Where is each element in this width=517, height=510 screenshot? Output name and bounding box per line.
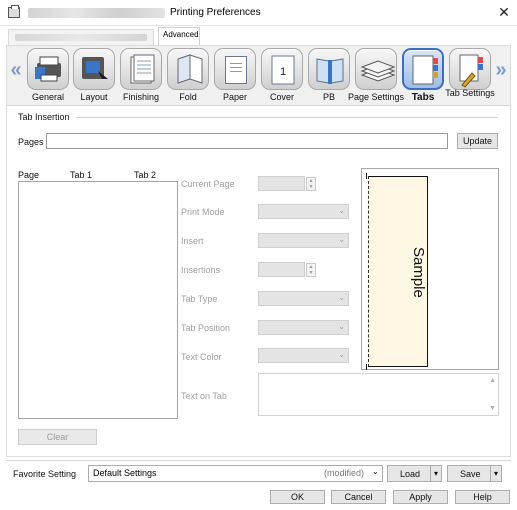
tab-page-list[interactable] bbox=[18, 181, 178, 419]
text-on-tab-label: Text on Tab bbox=[181, 391, 227, 401]
window-title: Printing Preferences bbox=[170, 7, 261, 18]
cover-icon: 1 bbox=[261, 48, 303, 90]
apply-button[interactable]: Apply bbox=[393, 490, 448, 504]
favorite-modified-text: (modified) bbox=[324, 468, 365, 478]
tab-position-label: Tab Position bbox=[181, 323, 231, 333]
chevron-down-icon: ⌄ bbox=[338, 235, 345, 244]
tab-preview: Sample bbox=[361, 168, 499, 370]
save-button-label: Save bbox=[460, 469, 481, 479]
ok-button[interactable]: OK bbox=[270, 490, 325, 504]
load-button[interactable]: Load ▾ bbox=[387, 465, 442, 482]
list-header-tab1: Tab 1 bbox=[70, 170, 93, 180]
printer-icon bbox=[8, 5, 20, 18]
update-button[interactable]: Update bbox=[457, 133, 498, 149]
insert-select[interactable]: ⌄ bbox=[258, 233, 349, 248]
printer-name-redacted bbox=[28, 8, 165, 18]
spin-arrows-icon[interactable]: ▲ ▼ bbox=[306, 177, 316, 191]
cancel-button[interactable]: Cancel bbox=[331, 490, 386, 504]
help-button[interactable]: Help bbox=[455, 490, 510, 504]
favorite-setting-value: Default Settings bbox=[93, 468, 157, 478]
paper-icon bbox=[214, 48, 256, 90]
group-label-tab-insertion: Tab Insertion bbox=[18, 112, 70, 122]
preview-tick bbox=[366, 173, 367, 179]
text-color-select[interactable]: ⌄ bbox=[258, 348, 349, 363]
clear-button[interactable]: Clear bbox=[18, 429, 97, 445]
preview-tick bbox=[366, 364, 367, 370]
chevron-down-icon: ⌄ bbox=[372, 467, 379, 476]
chevron-down-icon: ⌄ bbox=[338, 293, 345, 302]
tab-advanced[interactable]: Advanced bbox=[158, 27, 200, 45]
chevron-down-icon: ⌄ bbox=[338, 350, 345, 359]
close-icon[interactable]: ✕ bbox=[496, 4, 512, 20]
fold-icon bbox=[167, 48, 209, 90]
cover-badge: 1 bbox=[280, 66, 286, 78]
scroll-right-icon[interactable]: » bbox=[495, 60, 507, 80]
category-ribbon: « General Layout Finishing Fold Paper 1 … bbox=[7, 46, 510, 106]
category-tab-settings[interactable]: Tab Settings bbox=[445, 46, 495, 104]
preview-sample-text: Sample bbox=[410, 247, 427, 298]
scroll-left-icon[interactable]: « bbox=[10, 60, 22, 80]
pages-label: Pages bbox=[18, 137, 44, 147]
scroll-down-icon[interactable]: ▼ bbox=[489, 405, 496, 412]
chevron-down-icon: ⌄ bbox=[338, 206, 345, 215]
current-page-spinner[interactable]: ▲ ▼ bbox=[258, 176, 316, 191]
layout-icon bbox=[73, 48, 115, 90]
general-icon bbox=[27, 48, 69, 90]
preview-sheet: Sample bbox=[366, 173, 428, 370]
insert-label: Insert bbox=[181, 236, 204, 246]
tabs-icon bbox=[402, 48, 444, 90]
favorite-setting-select[interactable]: Default Settings (modified) ⌄ bbox=[88, 465, 383, 482]
insertions-spinner[interactable]: ▲ ▼ bbox=[258, 262, 316, 277]
text-color-label: Text Color bbox=[181, 352, 222, 362]
title-bar: Printing Preferences ✕ bbox=[0, 0, 517, 26]
finishing-icon bbox=[120, 48, 162, 90]
load-button-label: Load bbox=[400, 469, 421, 479]
top-tab-strip: Advanced bbox=[6, 27, 511, 45]
current-page-label: Current Page bbox=[181, 179, 235, 189]
chevron-down-icon: ⌄ bbox=[338, 322, 345, 331]
tab-type-select[interactable]: ⌄ bbox=[258, 291, 349, 306]
page-settings-icon bbox=[355, 48, 397, 90]
scroll-up-icon[interactable]: ▲ bbox=[489, 377, 496, 384]
save-button[interactable]: Save ▾ bbox=[447, 465, 502, 482]
text-on-tab-field[interactable]: ▲ ▼ bbox=[258, 373, 499, 416]
tab-position-select[interactable]: ⌄ bbox=[258, 320, 349, 335]
perfect-binding-icon bbox=[308, 48, 350, 90]
spin-arrows-icon[interactable]: ▲ ▼ bbox=[306, 263, 316, 277]
load-dropdown-icon[interactable]: ▾ bbox=[430, 466, 441, 481]
tab-type-label: Tab Type bbox=[181, 294, 218, 304]
list-header-page: Page bbox=[18, 170, 40, 180]
pages-input[interactable] bbox=[46, 133, 448, 149]
category-label: Tab Settings bbox=[445, 88, 495, 98]
save-dropdown-icon[interactable]: ▾ bbox=[490, 466, 501, 481]
favorite-setting-label: Favorite Setting bbox=[13, 469, 77, 479]
tab-settings-icon bbox=[449, 48, 491, 90]
print-mode-label: Print Mode bbox=[181, 207, 225, 217]
insertions-label: Insertions bbox=[181, 265, 221, 275]
print-mode-select[interactable]: ⌄ bbox=[258, 204, 349, 219]
list-header-tab2: Tab 2 bbox=[134, 170, 157, 180]
group-divider bbox=[76, 117, 498, 118]
tab-printer-general[interactable] bbox=[8, 29, 154, 45]
